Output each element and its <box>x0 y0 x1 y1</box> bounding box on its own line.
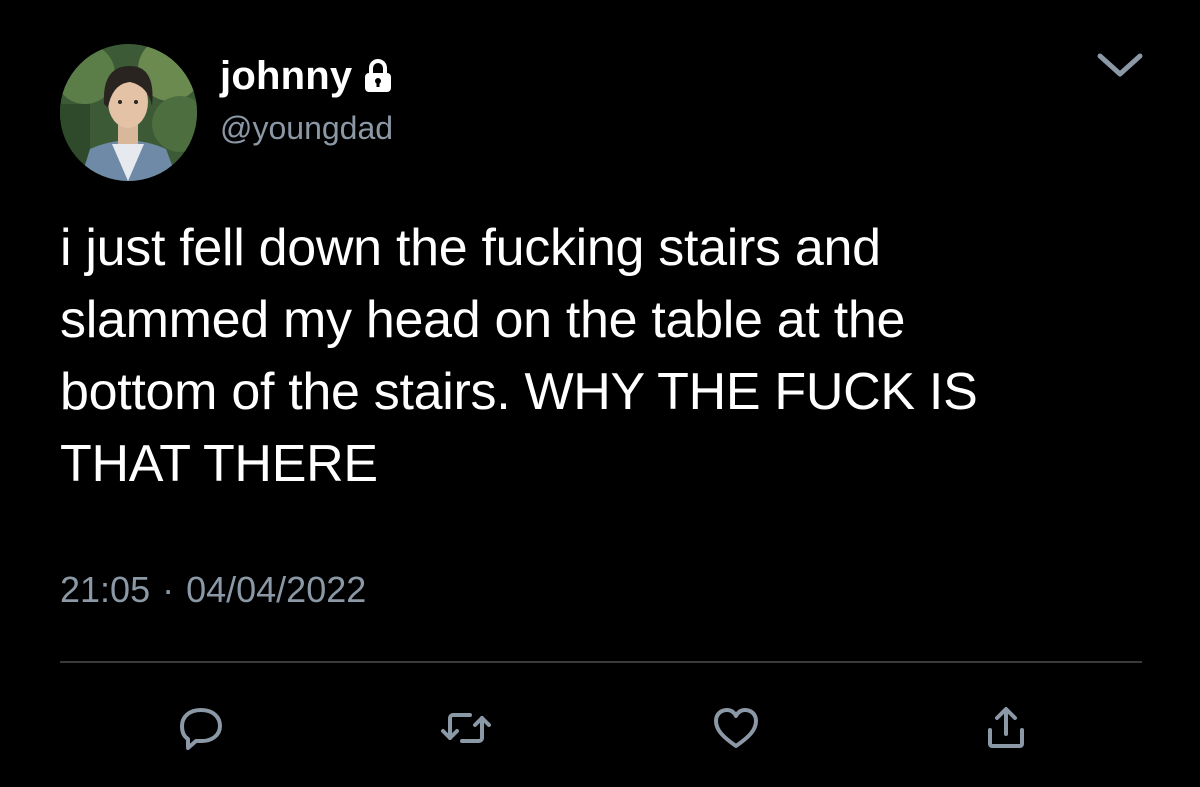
reply-button[interactable] <box>173 700 229 756</box>
heart-icon <box>711 704 761 752</box>
share-button[interactable] <box>978 700 1034 756</box>
tweet-text: i just fell down the fucking stairs and … <box>60 212 1170 500</box>
lock-icon <box>358 56 398 96</box>
tweet-timestamp[interactable]: 21:05 · 04/04/2022 <box>60 568 366 612</box>
chevron-down-icon[interactable] <box>1092 46 1148 86</box>
tweet-card: johnny @youngdad i just fell down the fu… <box>0 0 1200 787</box>
tweet-time: 21:05 <box>60 569 151 610</box>
display-name[interactable]: johnny <box>220 52 398 100</box>
avatar-photo <box>60 44 197 181</box>
tweet-text-line: THAT THERE <box>60 435 378 493</box>
user-handle[interactable]: @youngdad <box>220 108 393 148</box>
avatar[interactable] <box>60 44 197 181</box>
tweet-date: 04/04/2022 <box>186 569 367 610</box>
divider <box>60 661 1142 663</box>
tweet-text-line: bottom of the stairs. WHY THE FUCK IS <box>60 363 978 421</box>
tweet-text-line: slammed my head on the table at the <box>60 291 906 349</box>
like-button[interactable] <box>708 700 764 756</box>
meta-separator: · <box>162 569 175 610</box>
retweet-icon <box>438 704 494 752</box>
share-icon <box>982 704 1030 752</box>
reply-icon <box>177 704 225 752</box>
tweet-text-line: i just fell down the fucking stairs and <box>60 219 881 277</box>
display-name-text: johnny <box>220 54 353 98</box>
retweet-button[interactable] <box>438 700 494 756</box>
